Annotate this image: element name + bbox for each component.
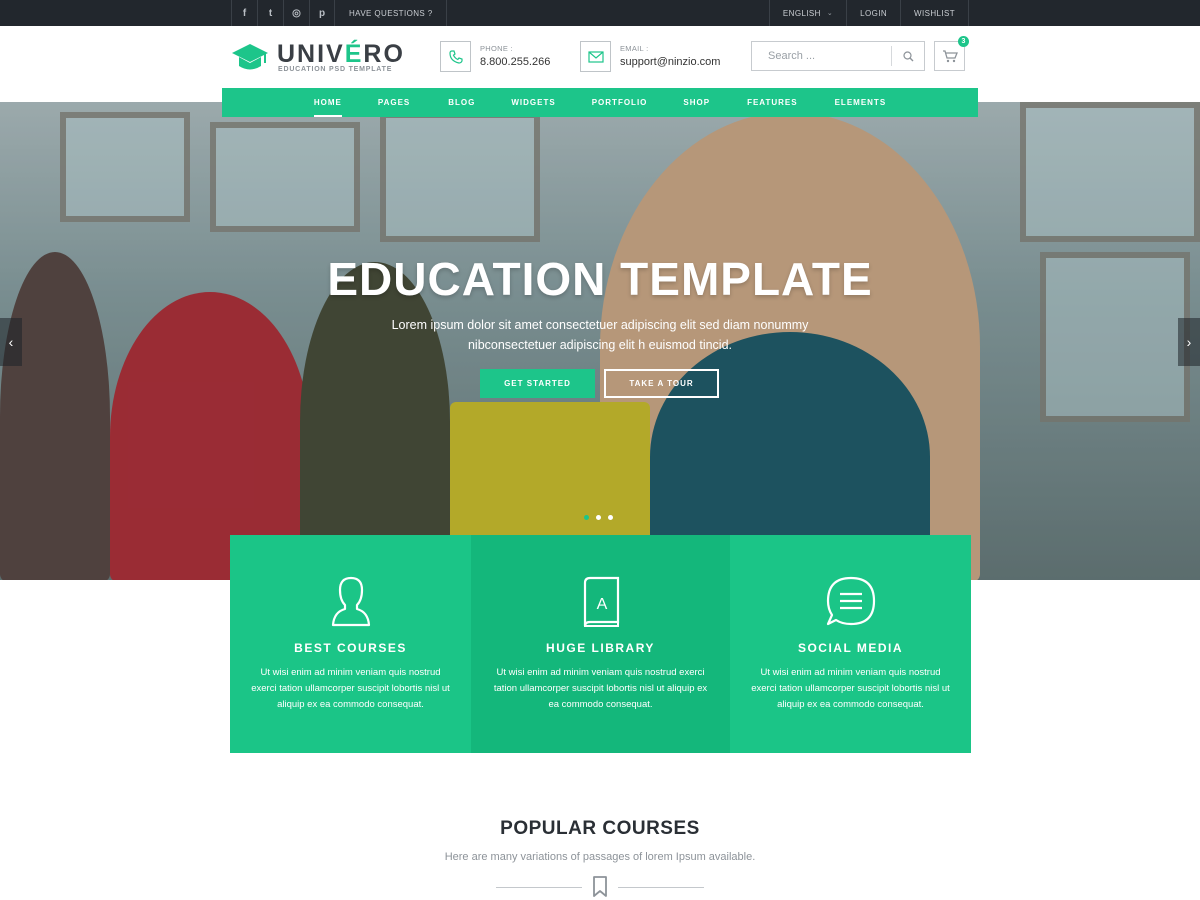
phone-value: 8.800.255.266: [480, 56, 551, 68]
have-questions-link[interactable]: HAVE QUESTIONS ?: [336, 0, 447, 26]
nav-item-pages[interactable]: PAGES: [378, 88, 410, 117]
top-bar-right: ENGLISH ⌄ LOGIN WISHLIST: [768, 0, 969, 26]
logo-tagline: EDUCATION PSD TEMPLATE: [278, 66, 393, 73]
search-input[interactable]: [752, 42, 892, 70]
language-selector[interactable]: ENGLISH ⌄: [768, 0, 846, 26]
feature-title: SOCIAL MEDIA: [797, 641, 904, 655]
nav-item-widgets[interactable]: WIDGETS: [511, 88, 555, 117]
cart-icon: [942, 49, 958, 62]
slider-prev-arrow-icon[interactable]: ‹: [0, 318, 22, 366]
pinterest-icon[interactable]: p: [309, 0, 335, 26]
language-label: ENGLISH: [782, 8, 821, 18]
facebook-icon[interactable]: f: [231, 0, 257, 26]
search-box: [751, 41, 925, 71]
user-icon: [230, 575, 471, 629]
phone-icon: [440, 41, 471, 72]
phone-contact: PHONE : 8.800.255.266: [440, 41, 570, 72]
nav-item-portfolio[interactable]: PORTFOLIO: [592, 88, 648, 117]
slider-dot[interactable]: [596, 515, 601, 520]
nav-item-blog[interactable]: BLOG: [448, 88, 475, 117]
chat-icon: [730, 575, 971, 629]
social-links: f t ◎ p: [231, 0, 335, 26]
main-nav: HOME PAGES BLOG WIDGETS PORTFOLIO SHOP F…: [222, 88, 978, 117]
top-bar: f t ◎ p HAVE QUESTIONS ? ENGLISH ⌄ LOGIN…: [0, 0, 1200, 26]
twitter-icon[interactable]: t: [257, 0, 283, 26]
email-label: EMAIL :: [620, 44, 649, 53]
search-icon[interactable]: [891, 46, 924, 66]
logo[interactable]: UNIVÉRO EDUCATION PSD TEMPLATE: [231, 40, 403, 80]
feature-text: Ut wisi enim ad minim veniam quis nostru…: [251, 667, 450, 710]
nav-item-elements[interactable]: ELEMENTS: [835, 88, 887, 117]
feature-social-media[interactable]: SOCIAL MEDIA Ut wisi enim ad minim venia…: [730, 535, 971, 753]
svg-text:A: A: [596, 596, 607, 613]
feature-title: BEST COURSES: [294, 641, 407, 655]
phone-label: PHONE :: [480, 44, 513, 53]
email-contact: EMAIL : support@ninzio.com: [580, 41, 730, 72]
get-started-button[interactable]: GET STARTED: [480, 369, 595, 398]
envelope-icon: [580, 41, 611, 72]
hero-title: EDUCATION TEMPLATE: [327, 253, 873, 305]
section-description: Here are many variations of passages of …: [444, 851, 756, 863]
section-title: POPULAR COURSES: [500, 818, 700, 839]
feature-boxes: BEST COURSES Ut wisi enim ad minim venia…: [230, 535, 971, 753]
slider-next-arrow-icon[interactable]: ›: [1178, 318, 1200, 366]
feature-best-courses[interactable]: BEST COURSES Ut wisi enim ad minim venia…: [230, 535, 471, 753]
book-icon: A: [471, 575, 730, 629]
feature-title: HUGE LIBRARY: [546, 641, 655, 655]
bookmark-icon: [590, 876, 610, 900]
hero-slider: EDUCATION TEMPLATE Lorem ipsum dolor sit…: [0, 102, 1200, 580]
slider-dots: [584, 515, 613, 520]
logo-name: UNIVÉRO: [277, 40, 405, 68]
login-link[interactable]: LOGIN: [846, 0, 900, 26]
cart-count-badge: 3: [958, 36, 969, 47]
feature-text: Ut wisi enim ad minim veniam quis nostru…: [493, 667, 708, 710]
feature-huge-library[interactable]: A HUGE LIBRARY Ut wisi enim ad minim ven…: [471, 535, 730, 753]
instagram-icon[interactable]: ◎: [283, 0, 309, 26]
nav-item-shop[interactable]: SHOP: [683, 88, 710, 117]
wishlist-link[interactable]: WISHLIST: [900, 0, 969, 26]
take-a-tour-button[interactable]: TAKE A TOUR: [604, 369, 719, 398]
slider-dot[interactable]: [608, 515, 613, 520]
email-value[interactable]: support@ninzio.com: [620, 56, 720, 68]
nav-item-home[interactable]: HOME: [313, 88, 342, 117]
hero-subtitle: Lorem ipsum dolor sit amet consectetuer …: [391, 318, 809, 352]
nav-item-features[interactable]: FEATURES: [747, 88, 798, 117]
chevron-down-icon: ⌄: [826, 10, 834, 17]
graduation-cap-icon: [232, 44, 268, 70]
slider-dot[interactable]: [584, 515, 589, 520]
cart-button[interactable]: 3: [934, 36, 969, 71]
feature-text: Ut wisi enim ad minim veniam quis nostru…: [751, 667, 950, 710]
section-divider: [496, 876, 704, 900]
